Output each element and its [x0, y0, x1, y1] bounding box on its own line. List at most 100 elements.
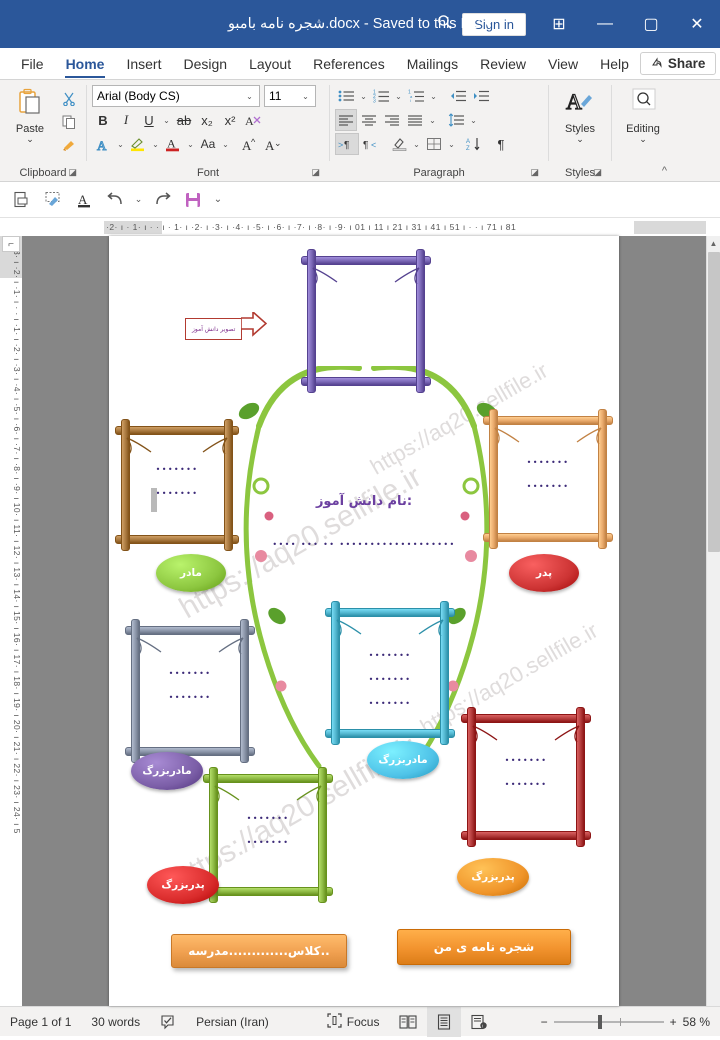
borders-icon[interactable] — [423, 133, 445, 155]
font-name-combobox[interactable]: Arial (Body CS) ⌄ — [92, 85, 260, 107]
chevron-down-icon[interactable]: ⌄ — [244, 92, 255, 101]
numbered-list-icon[interactable]: 123 — [370, 85, 392, 107]
ribbon-display-options-icon[interactable]: ⊞ — [536, 0, 582, 48]
cut-button[interactable] — [57, 88, 81, 110]
save-icon[interactable] — [179, 186, 207, 214]
decrease-indent-icon[interactable] — [447, 85, 469, 107]
format-painter-button[interactable] — [57, 134, 81, 156]
label-grandmother-2[interactable]: مادربزرگ — [367, 741, 439, 779]
justify-icon[interactable] — [404, 109, 426, 131]
sort-icon[interactable]: AZ — [463, 133, 485, 155]
clipboard-dialog-launcher-icon[interactable]: ◪ — [68, 164, 77, 180]
strikethrough-button[interactable]: ab — [173, 109, 195, 131]
superscript-button[interactable]: x² — [219, 109, 241, 131]
tab-layout[interactable]: Layout — [238, 48, 302, 79]
editing-button[interactable]: Editing ⌄ — [618, 86, 668, 144]
pilcrow-icon[interactable]: ¶ — [490, 133, 512, 155]
font-dialog-launcher-icon[interactable]: ◪ — [311, 164, 320, 180]
scrollbar-thumb[interactable] — [708, 252, 720, 552]
line-spacing-dropdown-icon[interactable]: ⌄ — [468, 116, 479, 125]
tab-references[interactable]: References — [302, 48, 396, 79]
banner-title[interactable]: شجره نامه ی من — [397, 929, 571, 965]
justify-dropdown-icon[interactable]: ⌄ — [427, 116, 438, 125]
language-indicator[interactable]: Persian (Iran) — [186, 1007, 279, 1037]
minimize-button[interactable]: — — [582, 0, 628, 48]
grandfather-frame-2[interactable]: ••••••• ••••••• — [461, 707, 591, 847]
paragraph-dialog-launcher-icon[interactable]: ◪ — [530, 164, 539, 180]
styles-button[interactable]: A Styles ⌄ — [555, 86, 605, 144]
vertical-ruler[interactable]: 3· ı ·2· ı ·1· ı · · ı ·1· ı ·2· ı ·3· ı… — [0, 236, 22, 1006]
zoom-level[interactable]: 58 % — [683, 1015, 710, 1029]
subscript-button[interactable]: x₂ — [196, 109, 218, 131]
align-center-icon[interactable] — [358, 109, 380, 131]
line-spacing-icon[interactable] — [445, 109, 467, 131]
underline-button[interactable]: U — [138, 109, 160, 131]
borders-dropdown-icon[interactable]: ⌄ — [446, 140, 457, 149]
bullet-list-icon[interactable] — [335, 85, 357, 107]
grow-font-icon[interactable]: A ^ — [240, 133, 262, 155]
collapse-ribbon-icon[interactable]: ^ — [662, 163, 667, 179]
customize-qat-icon[interactable]: ⌄ — [210, 186, 226, 214]
print-layout-icon[interactable] — [427, 1006, 462, 1037]
clear-formatting-icon[interactable]: A — [242, 109, 264, 131]
grandmother-frame-1[interactable]: ••••••• ••••••• — [125, 619, 255, 763]
increase-indent-icon[interactable] — [470, 85, 492, 107]
page-indicator[interactable]: Page 1 of 1 — [0, 1007, 81, 1037]
tab-insert[interactable]: Insert — [115, 48, 172, 79]
tab-stop-icon[interactable]: ⌐ — [2, 236, 20, 252]
shading-dropdown-icon[interactable]: ⌄ — [411, 140, 422, 149]
maximize-button[interactable]: ▢ — [628, 0, 674, 48]
left-to-right-icon[interactable]: ¶ < — [360, 133, 382, 155]
callout-arrow[interactable]: تصویر دانش آموز — [185, 312, 268, 346]
focus-button[interactable]: Focus — [317, 1007, 390, 1037]
close-button[interactable]: ✕ — [674, 0, 720, 48]
zoom-in-button[interactable]: + — [670, 1015, 677, 1029]
label-mother[interactable]: مادر — [156, 554, 226, 592]
undo-dropdown-icon[interactable]: ⌄ — [132, 186, 145, 214]
multilevel-list-icon[interactable]: 1ai — [405, 85, 427, 107]
editing-dropdown-icon[interactable]: ⌄ — [639, 135, 647, 144]
sign-in-button[interactable]: Sign in — [462, 12, 526, 36]
horizontal-ruler-track[interactable]: ·2· ı · 1· ı · · ı · 1· ı ·2· ı ·3· ı ·4… — [104, 220, 706, 234]
scroll-up-arrow[interactable]: ▲ — [707, 236, 720, 250]
chevron-down-icon[interactable]: ⌄ — [300, 92, 311, 101]
label-grandmother-1[interactable]: مادربزرگ — [131, 752, 203, 790]
read-mode-icon[interactable] — [389, 1007, 427, 1037]
father-frame[interactable]: ••••••• ••••••• — [483, 409, 613, 549]
format-painter-icon[interactable] — [39, 186, 67, 214]
styles-dialog-launcher-icon[interactable]: ◪ — [593, 164, 602, 180]
web-layout-icon[interactable]: i — [461, 1007, 497, 1037]
tab-help[interactable]: Help — [589, 48, 640, 79]
word-count[interactable]: 30 words — [81, 1007, 150, 1037]
banner-class-school[interactable]: کلاس.............مدرسه.. — [171, 934, 347, 968]
tab-review[interactable]: Review — [469, 48, 537, 79]
vertical-ruler-track[interactable]: 3· ı ·2· ı ·1· ı · · ı ·1· ı ·2· ı ·3· ı… — [0, 236, 22, 1006]
tab-view[interactable]: View — [537, 48, 589, 79]
change-case-button[interactable]: Aa — [197, 133, 219, 155]
italic-button[interactable]: I — [115, 109, 137, 131]
tab-mailings[interactable]: Mailings — [396, 48, 469, 79]
proofing-check-icon[interactable] — [150, 1007, 186, 1037]
shading-icon[interactable] — [388, 133, 410, 155]
undo-icon[interactable] — [101, 186, 129, 214]
student-frame[interactable] — [301, 249, 431, 393]
label-father[interactable]: پدر — [509, 554, 579, 592]
paste-dropdown-icon[interactable]: ⌄ — [26, 135, 34, 144]
highlight-icon[interactable] — [127, 133, 149, 155]
text-effects-icon[interactable]: A — [92, 133, 114, 155]
share-button[interactable]: Share — [639, 52, 717, 75]
right-to-left-icon[interactable]: > ¶ — [335, 133, 359, 155]
align-right-icon[interactable] — [381, 109, 403, 131]
font-color-icon[interactable]: A — [162, 133, 184, 155]
zoom-out-button[interactable]: − — [541, 1015, 548, 1029]
label-grandfather-2[interactable]: پدربزرگ — [457, 858, 529, 896]
underline-dropdown-icon[interactable]: ⌄ — [161, 116, 172, 125]
shrink-font-icon[interactable]: A ⌄ — [263, 133, 285, 155]
align-left-icon[interactable] — [335, 109, 357, 131]
font-size-combobox[interactable]: 11 ⌄ — [264, 85, 316, 107]
label-grandfather-1[interactable]: پدربزرگ — [147, 866, 219, 904]
search-icon[interactable] — [428, 14, 462, 35]
tab-file[interactable]: File — [10, 48, 55, 79]
tab-design[interactable]: Design — [172, 48, 238, 79]
horizontal-ruler[interactable]: ·2· ı · 1· ı · · ı · 1· ı ·2· ı ·3· ı ·4… — [0, 218, 720, 236]
